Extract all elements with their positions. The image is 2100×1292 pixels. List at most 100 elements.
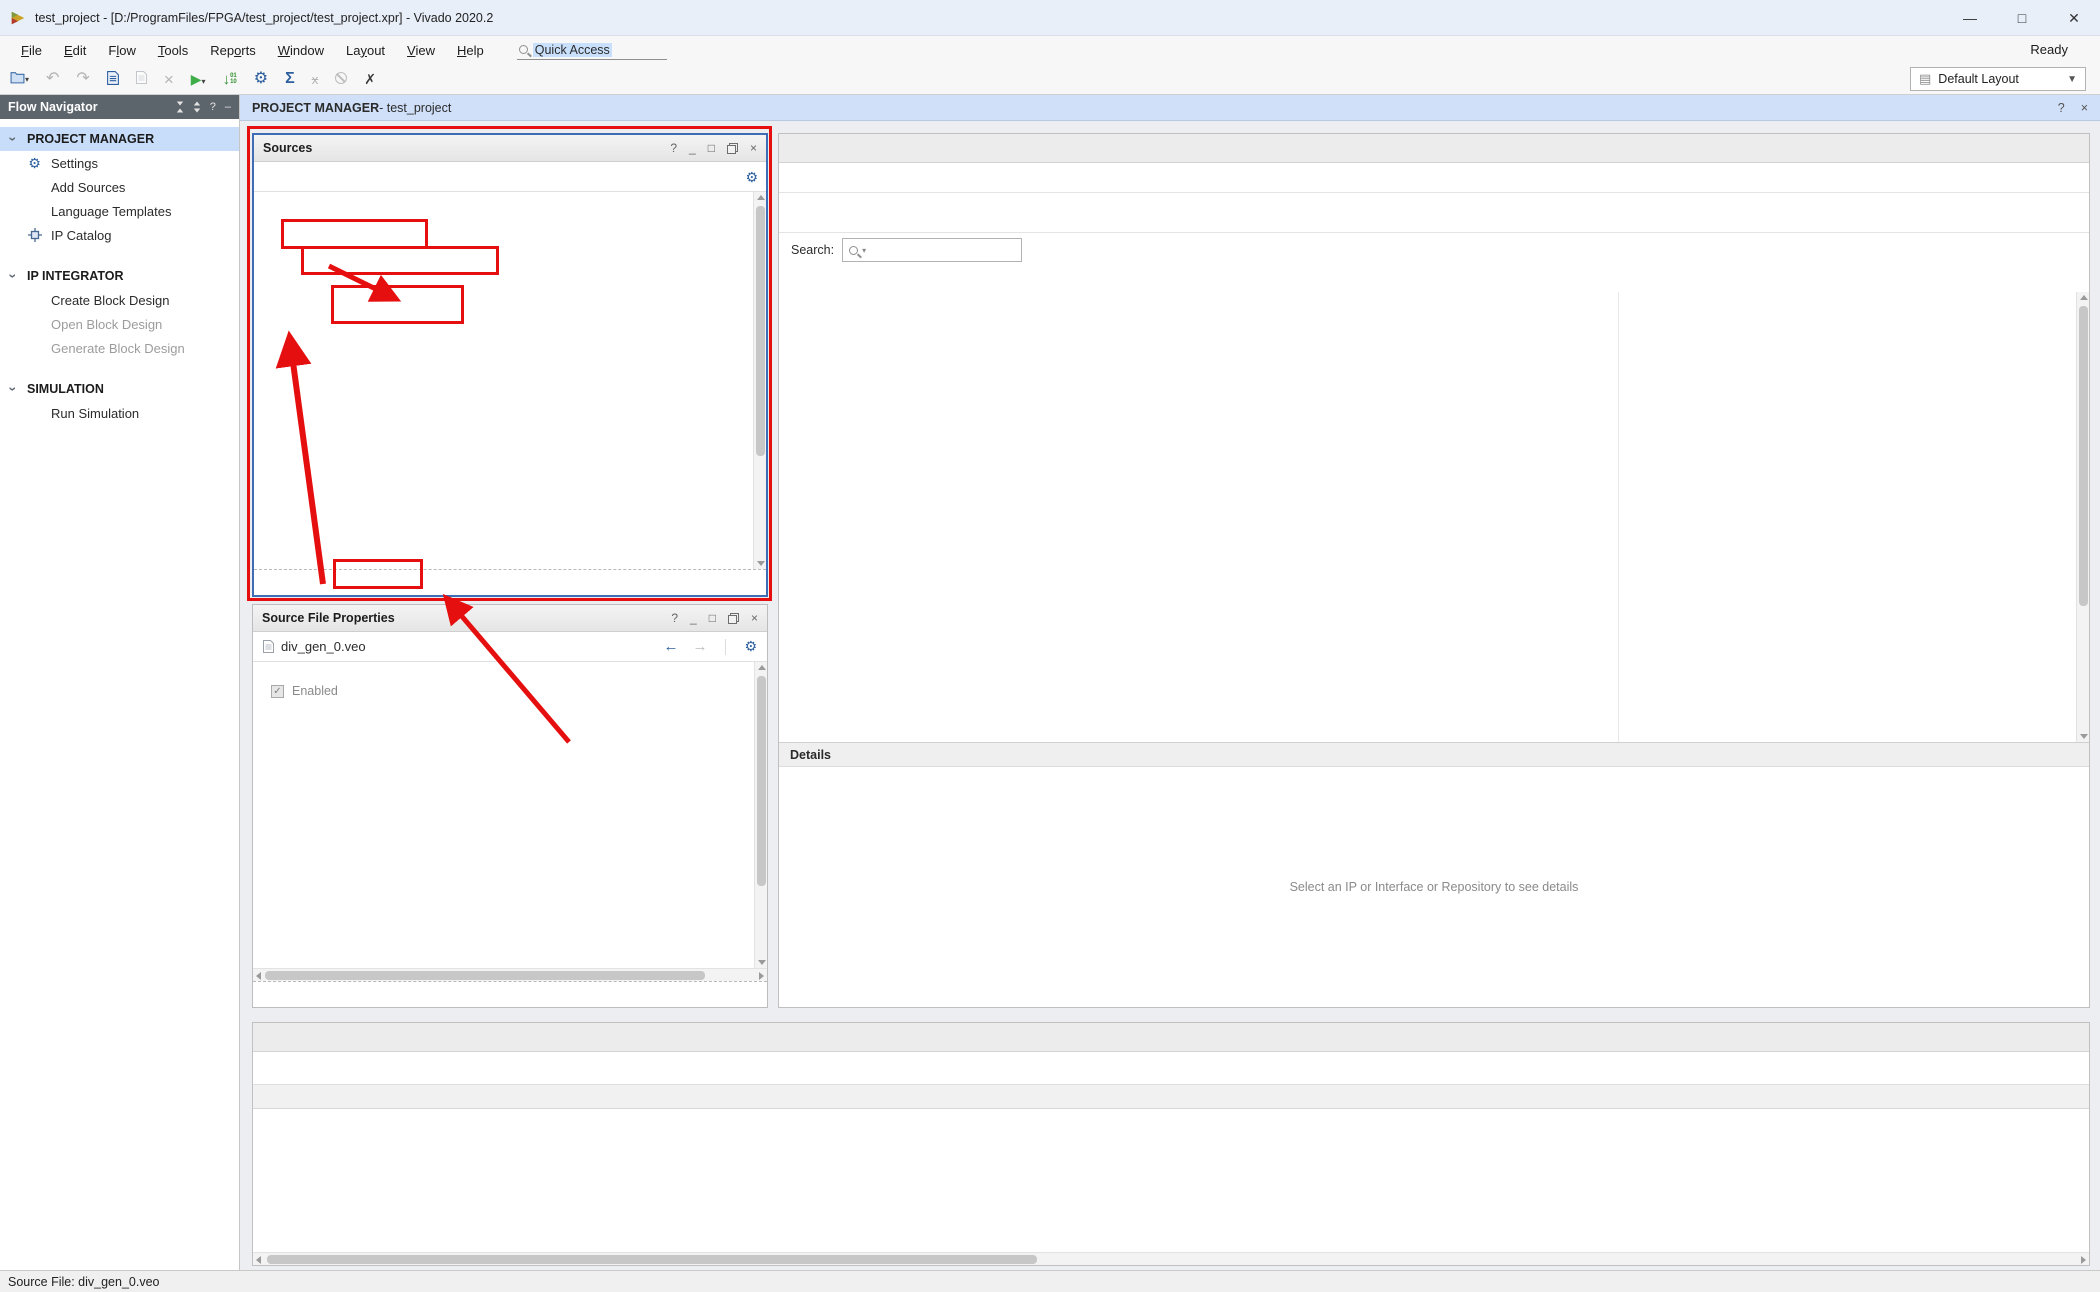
sfp-file-row: div_gen_0.veo ← → ⚙: [253, 632, 767, 662]
cancel-run-1-icon: x: [312, 73, 319, 86]
menu-view[interactable]: View: [396, 39, 446, 62]
gear-icon: ⚙: [28, 156, 41, 170]
search-label: Search:: [791, 243, 834, 257]
layout-selector[interactable]: ▤ Default Layout ▼: [1910, 67, 2086, 91]
ip-icon: [26, 228, 43, 242]
report-sigma-icon: Σ: [285, 71, 295, 87]
sidebar-item-run-simulation[interactable]: Run Simulation: [0, 401, 239, 425]
goto-bitstream-icon: ↓0110: [223, 72, 237, 87]
menu-layout[interactable]: Layout: [335, 39, 396, 62]
sfp-hscrollbar[interactable]: [253, 968, 767, 981]
menu-edit[interactable]: Edit: [53, 39, 97, 62]
sidebar-item-label: Create Block Design: [51, 293, 170, 308]
sidebar-section-header[interactable]: ›IP INTEGRATOR: [0, 264, 239, 288]
chevron-down-icon[interactable]: ›: [7, 134, 21, 145]
float-panel-icon[interactable]: [728, 613, 739, 624]
minimize-panel-icon[interactable]: _: [690, 611, 697, 625]
minimize-panel-icon[interactable]: ‒: [225, 101, 231, 113]
sidebar-item-language-templates[interactable]: Language Templates: [0, 199, 239, 223]
menu-flow[interactable]: Flow: [97, 39, 146, 62]
close-panel-icon[interactable]: ×: [751, 611, 758, 625]
sfp-panel-header[interactable]: Source File Properties ? _ □ ×: [253, 605, 767, 632]
float-panel-icon[interactable]: [727, 143, 738, 154]
sidebar-item-label: Add Sources: [51, 180, 125, 195]
sidebar-item-add-sources[interactable]: Add Sources: [0, 175, 239, 199]
help-icon[interactable]: ?: [670, 141, 677, 155]
sources-panel-header[interactable]: Sources ? _ □ ×: [254, 135, 766, 162]
enabled-checkbox[interactable]: ✓: [271, 685, 284, 698]
sidebar-item-label: Generate Block Design: [51, 341, 185, 356]
minimize-window-icon[interactable]: —: [1944, 0, 1996, 36]
maximize-window-icon[interactable]: □: [1996, 0, 2048, 36]
cancel-run-1-button[interactable]: x: [312, 72, 319, 87]
sidebar-section-header[interactable]: ›PROJECT MANAGER: [0, 127, 239, 151]
ip-catalog-subtabs: [779, 163, 2089, 193]
gear-icon[interactable]: ⚙: [744, 638, 757, 655]
close-panel-icon[interactable]: ×: [750, 141, 757, 155]
sidebar-item-open-block-design[interactable]: Open Block Design: [0, 312, 239, 336]
forward-icon[interactable]: →: [692, 638, 707, 655]
document-tabs: [779, 134, 2089, 163]
quick-access-text: Quick Access: [533, 43, 612, 57]
sidebar-item-generate-block-design[interactable]: Generate Block Design: [0, 336, 239, 360]
delete-icon: ×: [164, 71, 174, 88]
gear-icon: ⚙: [26, 156, 43, 170]
sfp-file-name: div_gen_0.veo: [281, 639, 366, 654]
sidebar-section-header[interactable]: ›SIMULATION: [0, 377, 239, 401]
sources-toolbar: ⚙: [254, 162, 766, 192]
sidebar-item-ip-catalog[interactable]: IP Catalog: [0, 223, 239, 247]
expand-all-icon[interactable]: [193, 101, 201, 113]
menu-window[interactable]: Window: [267, 39, 335, 62]
goto-bitstream-button[interactable]: ↓0110: [223, 72, 237, 87]
menubar: FileEditFlowToolsReportsWindowLayoutView…: [0, 36, 2100, 64]
sfp-tabs: [253, 981, 767, 1007]
sidebar-item-create-block-design[interactable]: Create Block Design: [0, 288, 239, 312]
minimize-panel-icon[interactable]: _: [689, 141, 696, 155]
close-window-icon[interactable]: ✕: [2048, 0, 2100, 36]
sfp-scrollbar[interactable]: [754, 662, 767, 968]
sfp-enabled-row: ✓ Enabled: [271, 676, 767, 706]
collapse-all-icon[interactable]: [176, 101, 184, 113]
cancel-run-3-button[interactable]: ✗: [364, 72, 376, 87]
help-icon[interactable]: ?: [671, 611, 678, 625]
design-runs-toolbar: [253, 1052, 2089, 1085]
quick-access-input[interactable]: Quick Access: [517, 41, 667, 60]
help-icon[interactable]: ?: [2058, 101, 2065, 115]
ip-catalog-rows: [779, 292, 2089, 742]
design-runs-panel: [252, 1022, 2090, 1266]
ip-catalog-scrollbar[interactable]: [2076, 292, 2089, 742]
run-button[interactable]: ▶▾: [191, 72, 206, 87]
menu-reports[interactable]: Reports: [199, 39, 267, 62]
report-sigma-button[interactable]: Σ: [285, 71, 295, 87]
menu-tools[interactable]: Tools: [147, 39, 199, 62]
search-input[interactable]: ▾: [842, 238, 1022, 262]
sources-scrollbar[interactable]: [753, 192, 766, 569]
maximize-panel-icon[interactable]: □: [708, 141, 715, 155]
gear-icon[interactable]: ⚙: [745, 170, 758, 184]
bottom-tabs: [253, 1023, 2089, 1052]
help-icon[interactable]: ?: [210, 101, 216, 113]
menu-file[interactable]: File: [10, 39, 53, 62]
chevron-down-icon[interactable]: ›: [7, 384, 21, 395]
settings-gear-button[interactable]: ⚙: [254, 71, 268, 87]
cancel-run-2-button[interactable]: [335, 72, 347, 87]
redo-button[interactable]: ↷: [76, 71, 89, 87]
open-project-button[interactable]: ▾: [10, 71, 29, 87]
menu-help[interactable]: Help: [446, 39, 495, 62]
ip-icon: [28, 228, 42, 242]
save-file-icon: [107, 71, 119, 85]
save-file-button[interactable]: [107, 71, 119, 88]
undo-button[interactable]: ↶: [46, 71, 59, 87]
design-runs-hscrollbar[interactable]: [253, 1252, 2089, 1265]
chevron-down-icon[interactable]: ›: [7, 271, 21, 282]
maximize-panel-icon[interactable]: □: [709, 611, 716, 625]
details-header: Details: [779, 742, 2089, 767]
delete-button[interactable]: ×: [164, 71, 174, 88]
sidebar-item-settings[interactable]: ⚙Settings: [0, 151, 239, 175]
back-icon[interactable]: ←: [663, 638, 678, 655]
paste-button[interactable]: [136, 71, 147, 87]
close-icon[interactable]: ×: [2081, 101, 2088, 115]
ip-catalog-toolbar: [779, 193, 2089, 233]
chevron-down-icon: ▾: [862, 246, 866, 255]
search-icon: [519, 45, 528, 54]
